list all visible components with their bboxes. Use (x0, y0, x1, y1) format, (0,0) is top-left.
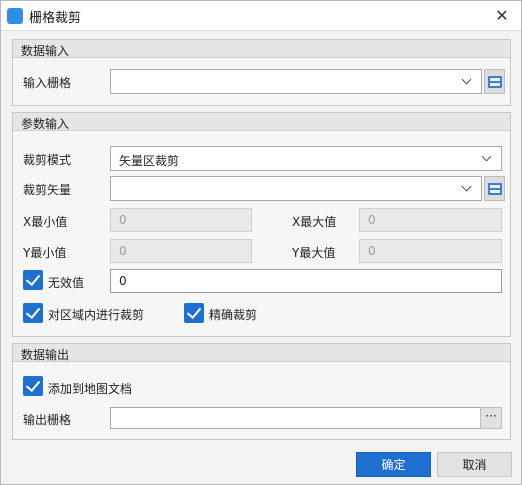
close-icon[interactable]: ✕ (491, 5, 513, 27)
exact-clip-checkbox[interactable] (184, 303, 204, 323)
database-icon (488, 183, 502, 195)
clip-mode-select[interactable]: 矢量区裁剪 (110, 146, 502, 171)
dialog-title: 栅格裁剪 (29, 11, 82, 26)
nodata-label: 无效值 (48, 276, 85, 290)
browse-output-button[interactable]: ··· (480, 407, 502, 429)
output-raster-input[interactable] (110, 407, 482, 429)
clip-mode-label: 裁剪模式 (23, 153, 72, 167)
params-title: 参数输入 (21, 117, 70, 131)
data-input-title: 数据输入 (21, 44, 70, 58)
nodata-input[interactable]: 0 (110, 269, 502, 293)
params-group: 参数输入 裁剪模式 矢量区裁剪 裁剪矢量 X最小值 0 X最大值 0 Y最小值 … (12, 112, 511, 337)
data-input-group: 数据输入 输入栅格 (12, 39, 511, 106)
raster-clip-dialog: 栅格裁剪 ✕ 数据输入 输入栅格 参数输入 裁剪模式 矢量区裁剪 裁剪矢量 X最… (0, 0, 522, 485)
clip-vector-select[interactable] (110, 176, 482, 201)
data-output-group: 数据输出 添加到地图文档 输出栅格 ··· (12, 343, 511, 440)
ok-button[interactable]: 确定 (356, 452, 431, 477)
app-icon (7, 8, 23, 24)
add-to-map-label: 添加到地图文档 (48, 382, 133, 396)
clip-vector-label: 裁剪矢量 (23, 183, 72, 197)
chevron-down-icon[interactable] (461, 76, 473, 88)
add-to-map-checkbox[interactable] (23, 376, 43, 396)
nodata-checkbox[interactable] (23, 270, 43, 290)
group-header: 参数输入 (13, 113, 510, 131)
x-max-label: X最大值 (292, 215, 337, 229)
y-max-label: Y最大值 (292, 246, 336, 260)
inside-clip-label: 对区域内进行裁剪 (48, 308, 145, 322)
data-output-title: 数据输出 (21, 348, 70, 362)
input-raster-select[interactable] (110, 69, 482, 94)
group-header: 数据输出 (13, 344, 510, 362)
y-min-label: Y最小值 (23, 246, 67, 260)
clip-mode-value: 矢量区裁剪 (119, 154, 180, 168)
open-vector-button[interactable] (484, 176, 505, 201)
inside-clip-checkbox[interactable] (23, 303, 43, 323)
input-raster-label: 输入栅格 (23, 76, 72, 90)
x-max-input[interactable]: 0 (359, 208, 502, 232)
x-min-input[interactable]: 0 (110, 208, 252, 232)
chevron-down-icon[interactable] (481, 153, 493, 165)
output-raster-label: 输出栅格 (23, 413, 72, 427)
x-min-label: X最小值 (23, 215, 68, 229)
title-bar: 栅格裁剪 ✕ (1, 1, 521, 31)
open-raster-button[interactable] (484, 69, 505, 94)
y-max-input[interactable]: 0 (359, 239, 502, 263)
chevron-down-icon[interactable] (461, 183, 473, 195)
exact-clip-label: 精确裁剪 (209, 308, 258, 322)
group-header: 数据输入 (13, 40, 510, 58)
database-icon (488, 76, 502, 88)
y-min-input[interactable]: 0 (110, 239, 252, 263)
cancel-button[interactable]: 取消 (437, 452, 512, 477)
